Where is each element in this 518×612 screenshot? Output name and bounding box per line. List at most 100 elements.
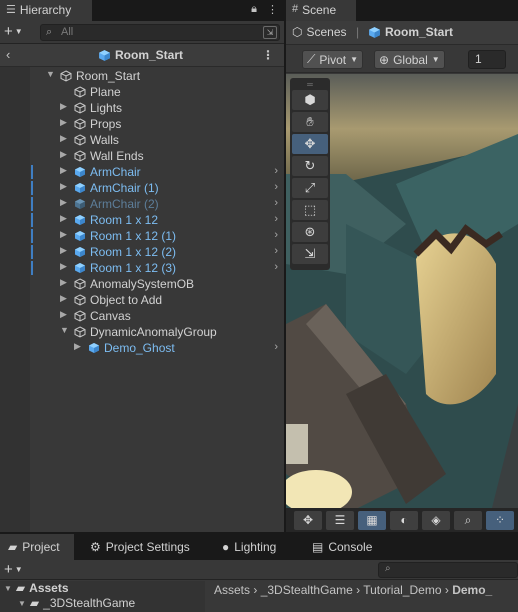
more-menu-icon[interactable]: ⋮ [267, 3, 278, 16]
search-filter-icon[interactable]: ⇲ [263, 26, 277, 39]
open-prefab-chevron-icon[interactable]: › [274, 229, 278, 241]
override-indicator [31, 165, 33, 179]
hierarchy-row[interactable]: ▶ ArmChair (1) › [0, 180, 284, 196]
collapsed-arrow-icon[interactable]: ▶ [60, 101, 67, 112]
open-prefab-chevron-icon[interactable]: › [274, 261, 278, 273]
grid-icon: ▦ [366, 513, 378, 527]
tab-hierarchy[interactable]: ☰ Hierarchy [0, 0, 92, 21]
hierarchy-row[interactable]: Plane [0, 84, 284, 100]
collapsed-arrow-icon[interactable]: ▶ [60, 261, 67, 272]
move-tool[interactable]: ✥ [292, 134, 328, 154]
hierarchy-row[interactable]: ▶ AnomalySystemOB [0, 276, 284, 292]
hierarchy-row[interactable]: ▶ Lights [0, 100, 284, 116]
hand-tool[interactable]: ✋︎ [292, 112, 328, 132]
tab-console[interactable]: ▤ Console [304, 534, 380, 560]
breadcrumb-item[interactable]: Tutorial_Demo [363, 583, 441, 597]
open-prefab-chevron-icon[interactable]: › [274, 213, 278, 225]
hierarchy-search-input[interactable]: ⌕ All ⇲ [40, 24, 280, 41]
chevron-down-icon: ▼ [18, 598, 26, 608]
grid-snap-field[interactable]: 1 [468, 50, 506, 69]
collapsed-arrow-icon[interactable]: ▶ [60, 293, 67, 304]
search-button[interactable]: ⌕ [454, 510, 482, 530]
tab-lighting[interactable]: ● Lighting [214, 534, 284, 560]
chevron-down-icon: ▼ [14, 27, 23, 36]
tab-scene[interactable]: # Scene [286, 0, 356, 21]
hierarchy-row[interactable]: ▶ Canvas [0, 308, 284, 324]
breadcrumb-item[interactable]: _3DStealthGame [261, 583, 353, 597]
expanded-arrow-icon[interactable]: ▼ [46, 69, 55, 79]
hierarchy-row[interactable]: ▶ Object to Add [0, 292, 284, 308]
hierarchy-row-label: Room_Start [76, 69, 141, 83]
pivot-dropdown[interactable]: ⟋ Pivot ▼ [302, 50, 364, 69]
move-arrows-icon: ✥ [302, 513, 314, 527]
back-arrow-icon[interactable]: ‹ [6, 47, 10, 62]
open-prefab-chevron-icon[interactable]: › [274, 341, 278, 353]
scene-header-label: Room_Start [115, 48, 184, 62]
move-button[interactable]: ✥ [294, 510, 322, 530]
collapsed-arrow-icon[interactable]: ▶ [60, 229, 67, 240]
open-prefab-chevron-icon[interactable]: › [274, 245, 278, 257]
layers-button[interactable]: ◈ [422, 510, 450, 530]
grid-button[interactable]: ▦ [358, 510, 386, 530]
breadcrumb-item[interactable]: Assets [214, 583, 250, 597]
hierarchy-row[interactable]: ▶ Room 1 x 12 (3) › [0, 260, 284, 276]
shading-button[interactable]: ◐ [390, 510, 418, 530]
extra-button[interactable]: ⁘ [486, 510, 514, 530]
transform-tool[interactable]: ⊛ [292, 222, 328, 242]
hierarchy-row[interactable]: ▼ Room_Start [0, 68, 284, 84]
drag-handle[interactable]: ═ [292, 80, 328, 89]
assets-folder[interactable]: ▼ ▰ Assets [4, 581, 69, 595]
hierarchy-row[interactable]: ▶ Room 1 x 12 › [0, 212, 284, 228]
scene-header-menu-icon[interactable]: ⋮ [262, 48, 274, 62]
collapsed-arrow-icon[interactable]: ▶ [74, 341, 81, 352]
lock-icon[interactable]: 🔒︎ [251, 3, 257, 16]
scene-viewport[interactable]: ═ ⬢ ✋︎ ✥ ↻ ⤢ ⬚ ⊛ ⇲ ✥ ☰ ▦ ◐ ◈ ⌕ ⁘ [286, 74, 518, 532]
hierarchy-row[interactable]: ▶ ArmChair › [0, 164, 284, 180]
collapsed-arrow-icon[interactable]: ▶ [60, 117, 67, 128]
collapsed-arrow-icon[interactable]: ▶ [60, 181, 67, 192]
gameobject-cube-icon [74, 102, 86, 114]
hierarchy-row[interactable]: ▶ Props [0, 116, 284, 132]
rect-tool[interactable]: ⬚ [292, 200, 328, 220]
tab-project[interactable]: ▰ Project [0, 534, 74, 560]
layers-icon: ◈ [431, 513, 441, 527]
expanded-arrow-icon[interactable]: ▼ [60, 325, 69, 335]
collapsed-arrow-icon[interactable]: ▶ [60, 309, 67, 320]
scale-tool[interactable]: ⤢ [292, 178, 328, 198]
collapsed-arrow-icon[interactable]: ▶ [60, 197, 67, 208]
hierarchy-row[interactable]: ▶ Walls [0, 132, 284, 148]
open-prefab-chevron-icon[interactable]: › [274, 181, 278, 193]
project-create-button[interactable]: + ▼ [4, 561, 23, 578]
create-button[interactable]: + ▼ [4, 23, 23, 40]
open-prefab-chevron-icon[interactable]: › [274, 197, 278, 209]
project-search-input[interactable]: ⌕ [378, 562, 518, 578]
global-dropdown[interactable]: ⊕ Global ▼ [374, 50, 445, 69]
hierarchy-row[interactable]: ▶ Room 1 x 12 (2) › [0, 244, 284, 260]
breadcrumb-item[interactable]: Demo_ [452, 583, 492, 597]
rotate-tool[interactable]: ↻ [292, 156, 328, 176]
collapsed-arrow-icon[interactable]: ▶ [60, 213, 67, 224]
collapsed-arrow-icon[interactable]: ▶ [60, 245, 67, 256]
collapsed-arrow-icon[interactable]: ▶ [60, 149, 67, 160]
hierarchy-row[interactable]: ▶ Wall Ends [0, 148, 284, 164]
tab-project-settings[interactable]: ⚙ Project Settings [82, 534, 198, 560]
subfolder-item[interactable]: ▼ ▰ _3DStealthGame [18, 596, 135, 610]
override-indicator [31, 181, 33, 195]
open-prefab-chevron-icon[interactable]: › [274, 165, 278, 177]
prefab-cube-icon [75, 215, 85, 225]
folder-icon: ▰ [29, 596, 40, 610]
hierarchy-row[interactable]: ▶ Room 1 x 12 (1) › [0, 228, 284, 244]
collapsed-arrow-icon[interactable]: ▶ [60, 277, 67, 288]
settings-button[interactable]: ☰ [326, 510, 354, 530]
view-cube-tool[interactable]: ⬢ [292, 90, 328, 110]
collapsed-arrow-icon[interactable]: ▶ [60, 165, 67, 176]
scenes-button[interactable]: ⬡ Scenes [292, 25, 347, 39]
hierarchy-row[interactable]: ▶ Demo_Ghost › [0, 340, 284, 356]
hand-icon: ✋︎ [306, 114, 314, 129]
hierarchy-row[interactable]: ▶ ArmChair (2) › [0, 196, 284, 212]
hierarchy-row[interactable]: ▼ DynamicAnomalyGroup [0, 324, 284, 340]
move-arrows-icon: ✥ [304, 136, 316, 151]
custom-tool[interactable]: ⇲ [292, 244, 328, 264]
collapsed-arrow-icon[interactable]: ▶ [60, 133, 67, 144]
scene-name[interactable]: Room_Start [368, 25, 453, 39]
